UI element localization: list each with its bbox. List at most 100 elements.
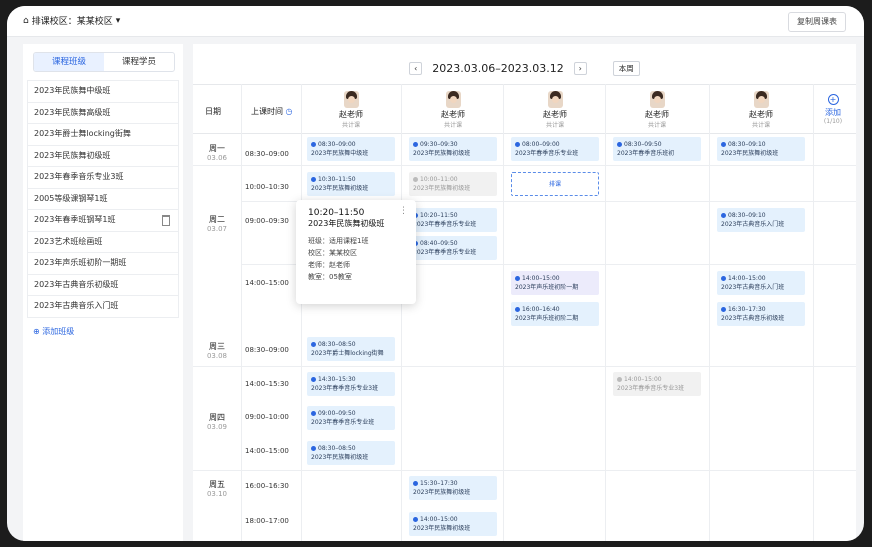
event-name: 2023年民族舞初级班 <box>413 150 471 157</box>
event-name: 2023年春季音乐专业班 <box>413 249 477 256</box>
day-label: 周一 03.06 <box>193 143 241 162</box>
event-time: 08:30–09:00 <box>318 141 356 148</box>
event-card[interactable]: 14:00–15:00 2023年民族舞初级班 <box>409 512 497 536</box>
teacher-name: 赵老师 <box>543 110 567 119</box>
time-slot: 16:00–16:30 <box>245 482 289 490</box>
event-time: 09:00–09:50 <box>318 410 356 417</box>
event-card[interactable]: 08:00–09:00 2023年春季音乐专业班 <box>511 137 599 161</box>
trash-icon[interactable] <box>162 215 170 226</box>
col-divider <box>301 84 302 541</box>
event-time: 14:00–15:00 <box>522 275 560 282</box>
event-card[interactable]: 14:00–15:00 2023年春季音乐专业3班 <box>613 372 701 396</box>
schedule-slot-button[interactable]: 排课 <box>511 172 599 196</box>
event-card[interactable]: 09:30–09:30 2023年民族舞初级班 <box>409 137 497 161</box>
teacher-sub: 共计课 <box>647 122 666 129</box>
event-card[interactable]: 15:30–17:30 2023年民族舞初级班 <box>409 476 497 500</box>
event-time: 15:30–17:30 <box>420 480 458 487</box>
class-item[interactable]: 2023年声乐班初阶一期班 <box>27 252 179 274</box>
this-week-button[interactable]: 本周 <box>612 61 640 76</box>
event-card[interactable]: 10:30–11:50 2023年民族舞初级班 <box>307 172 395 196</box>
event-card[interactable]: 08:30–09:50 2023年春季音乐班初 <box>613 137 701 161</box>
event-time: 10:20–11:50 <box>420 212 458 219</box>
add-teacher-column-button[interactable]: + 添加 (1/10) <box>813 94 853 125</box>
event-time: 16:00–16:40 <box>522 306 560 313</box>
more-icon[interactable]: ⋮ <box>399 206 408 216</box>
avatar <box>445 91 461 108</box>
event-card[interactable]: 09:00–09:50 2023年春季音乐专业班 <box>307 406 395 430</box>
day-label: 周四 03.09 <box>193 412 241 431</box>
school-icon: ⌂ <box>23 15 29 26</box>
col-divider <box>401 84 402 541</box>
event-card[interactable]: 08:30–09:10 2023年民族舞初级班 <box>717 137 805 161</box>
teacher-column[interactable]: 赵老师 共计课 <box>711 91 811 129</box>
class-item[interactable]: 2023年古典音乐初级班 <box>27 273 179 295</box>
status-dot <box>515 307 520 312</box>
time-slot: 08:30–09:00 <box>245 150 289 158</box>
event-card[interactable]: 16:00–16:40 2023年声乐班初阶二期 <box>511 302 599 326</box>
class-item[interactable]: 2023年爵士舞locking街舞 <box>27 123 179 145</box>
class-item[interactable]: 2005等级课钢琴1班 <box>27 187 179 209</box>
school-selector[interactable]: ⌂ 排课校区：某某校区 ▾ <box>23 14 120 28</box>
event-time: 08:30–08:50 <box>318 445 356 452</box>
class-item[interactable]: 2023年古典音乐入门班 <box>27 295 179 318</box>
class-item[interactable]: 2023年民族舞初级班 <box>27 144 179 166</box>
event-name: 2023年春季音乐专业3班 <box>617 385 685 392</box>
event-card[interactable]: 08:40–09:50 2023年春季音乐专业班 <box>409 236 497 260</box>
event-detail-popup: 10:20–11:50 2023年民族舞初级班 班级：适用课程1班 校区：某某校… <box>296 200 416 304</box>
event-time: 16:30–17:30 <box>728 306 766 313</box>
event-name: 2023年民族舞初级班 <box>413 185 471 192</box>
day-date: 03.07 <box>206 225 228 233</box>
teacher-column[interactable]: 赵老师 共计课 <box>301 91 401 129</box>
event-card[interactable]: 08:30–09:00 2023年民族舞中级班 <box>307 137 395 161</box>
event-card[interactable]: 10:00–11:00 2023年民族舞初级班 <box>409 172 497 196</box>
time-slot: 14:00–15:00 <box>245 279 289 287</box>
teacher-column[interactable]: 赵老师 共计课 <box>403 91 503 129</box>
class-item[interactable]: 2023年春季班钢琴1班 <box>27 209 179 231</box>
tab-classes[interactable]: 课程班级 <box>34 53 104 71</box>
add-col-label: 添加 <box>825 108 841 117</box>
schedule-panel: ‹ 2023.03.06–2023.03.12 › 本周 日期 上课时间 ◷ 赵… <box>193 44 856 541</box>
event-name: 2023年古典音乐入门班 <box>721 221 785 228</box>
event-card[interactable]: 08:30–08:50 2023年爵士舞locking街舞 <box>307 337 395 361</box>
event-card[interactable]: 08:30–09:10 2023年古典音乐入门班 <box>717 208 805 232</box>
time-slot: 08:30–09:00 <box>245 346 289 354</box>
popup-class-name: 2023年民族舞初级班 <box>308 219 385 228</box>
teacher-sub: 共计课 <box>341 122 360 129</box>
event-time: 10:00–11:00 <box>420 176 458 183</box>
next-week-button[interactable]: › <box>573 62 587 75</box>
week-navigator: ‹ 2023.03.06–2023.03.12 › 本周 <box>193 56 856 76</box>
event-name: 2023年古典音乐初级班 <box>721 315 785 322</box>
popup-time: 10:20–11:50 <box>308 208 365 218</box>
status-dot <box>617 377 622 382</box>
event-card[interactable]: 16:30–17:30 2023年古典音乐初级班 <box>717 302 805 326</box>
time-slot: 14:00–15:00 <box>245 447 289 455</box>
copy-schedule-button[interactable]: 复制周课表 <box>788 12 846 32</box>
day-name: 周二 <box>209 215 225 224</box>
event-name: 2023年春季音乐班初 <box>617 150 675 157</box>
day-label: 周五 03.10 <box>193 479 241 498</box>
event-time: 09:30–09:30 <box>420 141 458 148</box>
teacher-column[interactable]: 赵老师 共计课 <box>607 91 707 129</box>
status-dot <box>311 377 316 382</box>
class-item[interactable]: 2023年春季音乐专业3班 <box>27 166 179 188</box>
school-label: 排课校区：某某校区 <box>31 17 113 27</box>
class-item[interactable]: 2023艺术班绘画班 <box>27 230 179 252</box>
top-bar: ⌂ 排课校区：某某校区 ▾ 复制周课表 <box>7 6 864 37</box>
event-card[interactable]: 08:30–08:50 2023年民族舞初级班 <box>307 441 395 465</box>
class-item-label: 2023年春季班钢琴1班 <box>34 215 116 224</box>
teacher-column[interactable]: 赵老师 共计课 <box>505 91 605 129</box>
col-divider <box>503 84 504 541</box>
event-card[interactable]: 10:20–11:50 2023年春季音乐专业班 <box>409 208 497 232</box>
class-item[interactable]: 2023年民族舞高级班 <box>27 101 179 123</box>
event-card[interactable]: 14:00–15:00 2023年声乐班初阶一期 <box>511 271 599 295</box>
clock-icon: ◷ <box>285 107 293 116</box>
prev-week-button[interactable]: ‹ <box>409 62 423 75</box>
event-name: 2023年民族舞初级班 <box>413 489 471 496</box>
event-card[interactable]: 14:00–15:00 2023年古典音乐入门班 <box>717 271 805 295</box>
class-item[interactable]: 2023年民族舞中级班 <box>27 80 179 102</box>
add-class-link[interactable]: ⊕ 添加班级 <box>33 326 74 337</box>
tab-students[interactable]: 课程学员 <box>104 53 174 71</box>
event-name: 2023年民族舞初级班 <box>311 185 369 192</box>
event-time: 08:40–09:50 <box>420 240 458 247</box>
event-card[interactable]: 14:30–15:30 2023年春季音乐专业3班 <box>307 372 395 396</box>
